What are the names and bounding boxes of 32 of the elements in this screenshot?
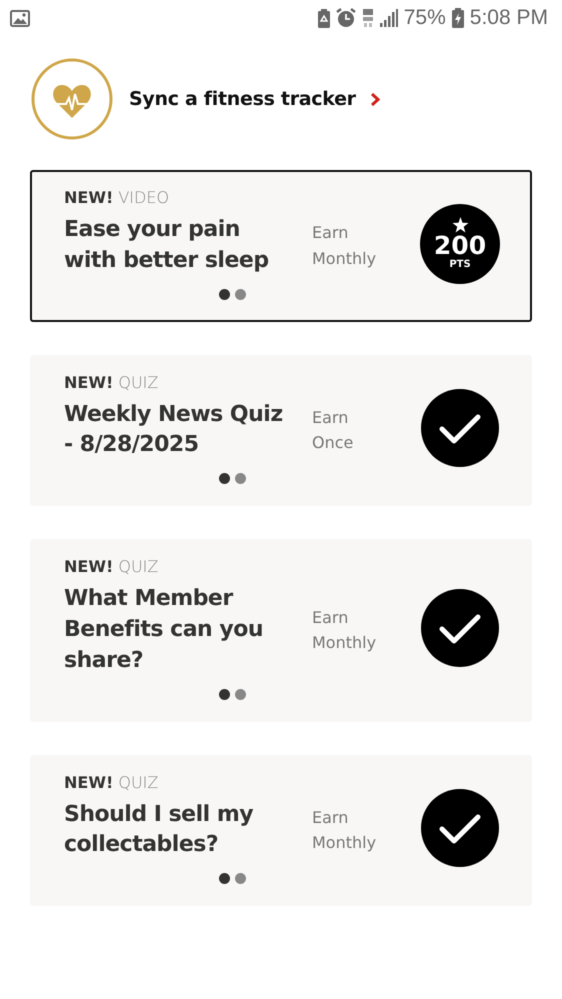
earn-frequency: Earn Monthly	[312, 606, 376, 654]
activity-card[interactable]: NEW! QUIZ Should I sell my collectables? Earn Monthly	[30, 754, 532, 906]
image-icon	[10, 10, 30, 26]
checkmark-icon	[420, 788, 500, 868]
battery-charging-icon	[452, 8, 464, 28]
points-value: 200	[434, 233, 486, 260]
activity-card[interactable]: NEW! QUIZ What Member Benefits can you share? Earn Monthly	[30, 539, 532, 722]
card-title: What Member Benefits can you share?	[64, 585, 264, 675]
earn-frequency: Earn Monthly	[312, 222, 376, 270]
card-label: NEW! QUIZ	[64, 372, 158, 392]
battery-percent: 75%	[404, 6, 446, 30]
card-label: NEW! QUIZ	[64, 772, 158, 792]
card-title: Should I sell my collectables?	[64, 800, 254, 860]
points-unit: PTS	[449, 259, 471, 270]
earn-frequency: Earn Once	[312, 406, 354, 454]
activity-card[interactable]: NEW! QUIZ Weekly News Quiz - 8/28/2025 Earn Once	[30, 354, 532, 506]
activity-card[interactable]: NEW! VIDEO Ease your pain with better sleep Earn Monthly 200 PTS	[30, 170, 532, 322]
alarm-clock-icon	[336, 8, 356, 28]
chevron-right-icon[interactable]	[370, 92, 380, 106]
signal-icon	[380, 9, 398, 27]
card-title: Ease your pain with better sleep	[64, 216, 270, 275]
earn-frequency: Earn Monthly	[312, 806, 376, 854]
card-label: NEW! VIDEO	[64, 188, 170, 207]
clock-time: 5:08 PM	[470, 6, 548, 30]
heart-rate-icon	[31, 58, 113, 140]
card-title: Weekly News Quiz - 8/28/2025	[64, 400, 284, 460]
sync-tracker-link[interactable]: Sync a fitness tracker	[129, 88, 356, 110]
card-label: NEW! QUIZ	[64, 557, 158, 576]
checkmark-icon	[420, 388, 500, 468]
battery-saver-icon	[318, 8, 330, 28]
star-icon	[452, 217, 468, 234]
checkmark-icon	[420, 588, 500, 668]
